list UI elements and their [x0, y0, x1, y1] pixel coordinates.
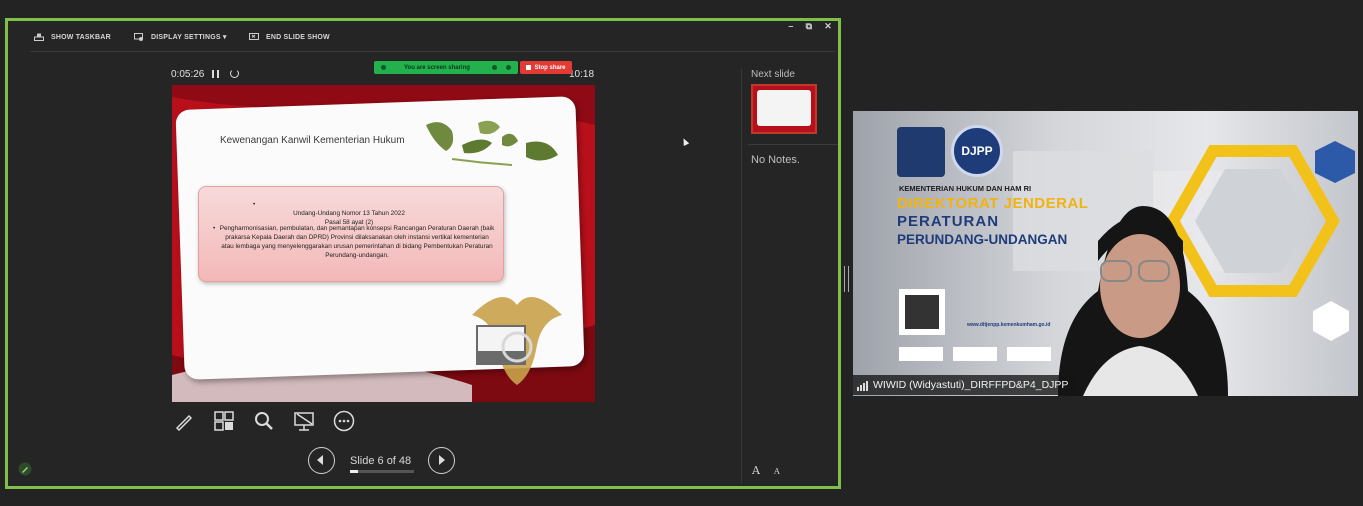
slide-progress-bar	[350, 470, 414, 473]
minimize-button[interactable]: –	[788, 21, 793, 32]
window-controls: – ⧉ ✕	[788, 21, 832, 32]
video-ministry-text: KEMENTERIAN HUKUM DAN HAM RI	[899, 184, 1032, 193]
restore-button[interactable]: ⧉	[806, 21, 813, 32]
show-taskbar-label: SHOW TASKBAR	[51, 33, 111, 41]
djpp-logo: DJPP	[951, 125, 1003, 177]
video-directorate-text: DIREKTORAT JENDERAL	[897, 195, 1089, 212]
connection-signal-icon	[857, 381, 868, 391]
mouse-cursor-icon	[680, 137, 690, 146]
stop-icon	[526, 65, 532, 70]
audio-icon[interactable]	[492, 65, 497, 70]
current-time: 10:18	[569, 69, 595, 80]
notes-divider	[748, 144, 838, 145]
pen-tool-button[interactable]	[172, 409, 196, 433]
elapsed-timer: 0:05:26	[171, 69, 205, 80]
presenter-view-window: SHOW TASKBAR DISPLAY SETTINGS ▾ END SLID…	[5, 18, 841, 489]
slide-content-box: • Undang-Undang Nomor 13 Tahun 2022 Pasa…	[198, 186, 504, 282]
font-size-controls: A A	[752, 464, 780, 477]
black-screen-button[interactable]	[292, 409, 316, 433]
slide-bullet-harmonization: • Pengharmonisasian, pembulatan, dan pem…	[213, 224, 495, 260]
slide-title: Kewenangan Kanwil Kementerian Hukum	[220, 135, 405, 146]
video-peraturan-text: PERATURAN	[897, 213, 1000, 230]
screen-share-indicator: You are screen sharing	[374, 61, 518, 74]
more-options-button[interactable]	[332, 409, 356, 433]
display-settings-icon	[134, 33, 143, 41]
slide-navigation: Slide 6 of 48	[308, 447, 458, 477]
pengayoman-logo	[897, 127, 945, 177]
current-slide: Kewenangan Kanwil Kementerian Hukum • Un…	[172, 85, 595, 402]
participant-video[interactable]: DJPP KEMENTERIAN HUKUM DAN HAM RI DIREKT…	[853, 111, 1358, 396]
close-button[interactable]: ✕	[824, 21, 832, 32]
zoom-icon	[255, 412, 273, 430]
slide-counter: Slide 6 of 48	[350, 455, 412, 467]
chevron-left-icon	[317, 455, 323, 465]
display-settings-button[interactable]: DISPLAY SETTINGS ▾	[134, 33, 227, 41]
bullet-mark: •	[253, 201, 256, 208]
grid-view-icon	[214, 411, 234, 431]
bullet-mark: •	[213, 225, 216, 232]
share-status-icon	[381, 65, 386, 70]
black-screen-icon	[294, 412, 314, 431]
zoom-button[interactable]	[252, 409, 276, 433]
slide-bullet-law: • Undang-Undang Nomor 13 Tahun 2022 Pasa…	[253, 191, 439, 227]
participant-name-tag: WIWID (Widyastuti)_DIRFFPD&P4_DJPP	[853, 375, 1075, 395]
video-website-text: www.ditjenpp.kemenkumham.go.id	[967, 322, 1051, 328]
bullet-harmonization-text: Pengharmonisasian, pembulatan, dan peman…	[219, 225, 495, 259]
slide-tools	[172, 409, 356, 433]
see-all-slides-button[interactable]	[212, 409, 236, 433]
more-options-icon	[333, 410, 355, 432]
security-icon[interactable]	[506, 65, 511, 70]
next-slide-label: Next slide	[751, 69, 795, 80]
end-slide-show-button[interactable]: END SLIDE SHOW	[249, 33, 330, 41]
speaker-notes: No Notes.	[751, 154, 800, 166]
participant-name: WIWID (Widyastuti)_DIRFFPD&P4_DJPP	[873, 379, 1069, 391]
next-slide-thumbnail[interactable]	[751, 84, 817, 134]
stop-share-button[interactable]: Stop share	[520, 61, 572, 74]
stop-share-label: Stop share	[534, 64, 566, 71]
garuda-emblem-image	[472, 297, 562, 385]
presenter-toolbar: SHOW TASKBAR DISPLAY SETTINGS ▾ END SLID…	[8, 21, 838, 53]
edit-notes-icon[interactable]	[18, 462, 32, 476]
increase-font-button[interactable]: A	[752, 464, 760, 477]
decrease-font-button[interactable]: A	[774, 467, 780, 477]
previous-slide-button[interactable]	[308, 447, 335, 474]
pen-icon	[175, 414, 193, 431]
screen-share-status: You are screen sharing	[404, 64, 470, 71]
next-slide-preview	[757, 90, 811, 126]
pause-icon[interactable]	[212, 70, 219, 78]
chevron-right-icon	[439, 455, 445, 465]
resize-handle[interactable]	[844, 266, 849, 292]
toolbar-divider	[30, 51, 836, 52]
restart-timer-icon[interactable]	[230, 69, 239, 78]
indonesia-map-image	[426, 120, 558, 166]
taskbar-icon	[34, 33, 44, 41]
slide-progress-fill	[350, 470, 358, 473]
display-settings-label: DISPLAY SETTINGS ▾	[151, 34, 227, 41]
video-perundang-text: PERUNDANG-UNDANGAN	[897, 232, 1068, 247]
show-taskbar-button[interactable]: SHOW TASKBAR	[34, 33, 111, 41]
next-slide-button[interactable]	[428, 447, 455, 474]
pane-divider[interactable]	[741, 69, 742, 483]
end-show-icon	[249, 33, 259, 40]
end-slide-show-label: END SLIDE SHOW	[266, 33, 330, 41]
